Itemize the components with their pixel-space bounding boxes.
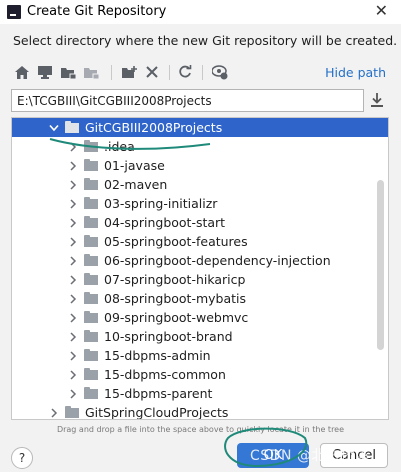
toolbar-separator — [202, 65, 203, 80]
folder-icon — [84, 367, 98, 380]
chevron-right-icon[interactable] — [68, 293, 78, 304]
project-folder-icon[interactable] — [59, 63, 77, 81]
folder-icon — [84, 253, 98, 266]
folder-icon — [84, 234, 98, 247]
folder-icon — [84, 272, 98, 285]
tree-node-label: 07-springboot-hikaricp — [104, 272, 246, 287]
chevron-right-icon[interactable] — [68, 179, 78, 190]
chevron-right-icon[interactable] — [68, 255, 78, 266]
tree-node[interactable]: 10-springboot-brand — [12, 327, 388, 346]
chevron-right-icon[interactable] — [68, 312, 78, 323]
tree-node[interactable]: 03-spring-initializr — [12, 194, 388, 213]
ok-button[interactable]: OK — [237, 443, 309, 468]
desktop-icon[interactable] — [36, 63, 54, 81]
tree-node[interactable]: 09-springboot-webmvc — [12, 308, 388, 327]
toolbar-separator — [169, 65, 170, 80]
folder-icon — [84, 177, 98, 190]
new-folder-icon[interactable] — [120, 63, 138, 81]
toolbar-separator — [111, 65, 112, 80]
folder-icon — [84, 329, 98, 342]
directory-path-input[interactable] — [11, 89, 364, 112]
tree-node-label: 15-dbpms-admin — [104, 348, 211, 363]
folder-icon — [84, 158, 98, 171]
tree-node[interactable]: 07-springboot-hikaricp — [12, 270, 388, 289]
help-button[interactable]: ? — [11, 447, 33, 469]
tree-node-label: GitCGBIII2008Projects — [85, 120, 223, 135]
tree-node-label: 03-spring-initializr — [104, 196, 218, 211]
chevron-right-icon[interactable] — [68, 369, 78, 380]
title-bar: Create Git Repository ✕ — [0, 0, 401, 24]
folder-icon — [84, 196, 98, 209]
tree-node-label: 15-dbpms-common — [104, 367, 226, 382]
tree-node[interactable]: 01-javase — [12, 156, 388, 175]
tree-node[interactable]: 15-dbpms-admin — [12, 346, 388, 365]
tree-node-label: .idea — [104, 139, 135, 154]
tree-scrollbar-thumb[interactable] — [377, 180, 384, 350]
tree-node-label: 02-maven — [104, 177, 168, 192]
tree-node[interactable]: 15-dbpms-common — [12, 365, 388, 384]
chevron-right-icon[interactable] — [68, 388, 78, 399]
chevron-right-icon[interactable] — [68, 198, 78, 209]
tree-node[interactable]: 08-springboot-mybatis — [12, 289, 388, 308]
tree-node-label: 08-springboot-mybatis — [104, 291, 247, 306]
tree-node-label: 01-javase — [104, 158, 165, 173]
tree-node-label: 09-springboot-webmvc — [104, 310, 249, 325]
folder-icon — [84, 139, 98, 152]
tree-node-label: 10-springboot-brand — [104, 329, 233, 344]
dialog-prompt: Select directory where the new Git repos… — [13, 33, 398, 48]
chevron-right-icon[interactable] — [49, 407, 59, 418]
hide-path-link[interactable]: Hide path — [325, 65, 386, 80]
module-folder-icon[interactable] — [82, 63, 100, 81]
home-icon[interactable] — [13, 63, 31, 81]
tree-node[interactable]: 04-springboot-start — [12, 213, 388, 232]
chevron-right-icon[interactable] — [68, 141, 78, 152]
dialog-title: Create Git Repository — [27, 4, 167, 19]
chevron-right-icon[interactable] — [68, 331, 78, 342]
folder-icon — [84, 386, 98, 399]
chevron-right-icon[interactable] — [68, 350, 78, 361]
tree-node-label: GitSpringCloudProjects — [85, 405, 229, 420]
tree-node-label: 15-dbpms-parent — [104, 386, 213, 401]
tree-root-node[interactable]: GitCGBIII2008Projects — [12, 118, 388, 137]
folder-icon — [84, 291, 98, 304]
tree-node-label: 04-springboot-start — [104, 215, 226, 230]
folder-icon — [65, 405, 79, 418]
tree-node[interactable]: .idea — [12, 137, 388, 156]
show-hidden-icon[interactable] — [211, 63, 229, 81]
drag-drop-hint: Drag and drop a file into the space abov… — [56, 425, 345, 434]
close-icon[interactable]: ✕ — [375, 1, 388, 20]
delete-icon[interactable] — [143, 63, 161, 81]
folder-icon — [84, 310, 98, 323]
tree-node[interactable]: 05-springboot-features — [12, 232, 388, 251]
chevron-right-icon[interactable] — [68, 274, 78, 285]
intellij-app-icon — [7, 5, 21, 19]
chevron-down-icon[interactable] — [49, 123, 59, 133]
folder-icon — [65, 120, 79, 133]
chevron-right-icon[interactable] — [68, 160, 78, 171]
chevron-right-icon[interactable] — [68, 217, 78, 228]
directory-tree[interactable]: GitCGBIII2008Projects .idea 01-javase 02… — [11, 117, 389, 420]
folder-icon — [84, 348, 98, 361]
tree-node-label: 05-springboot-features — [104, 234, 248, 249]
tree-node[interactable]: 02-maven — [12, 175, 388, 194]
tree-node[interactable]: 15-dbpms-parent — [12, 384, 388, 403]
tree-node[interactable]: GitSpringCloudProjects — [12, 403, 388, 420]
cancel-button-label: Cancel — [331, 448, 377, 463]
folder-icon — [84, 215, 98, 228]
tree-node-label: 06-springboot-dependency-injection — [104, 253, 331, 268]
cancel-button[interactable]: Cancel — [320, 443, 388, 468]
chevron-right-icon[interactable] — [68, 236, 78, 247]
refresh-icon[interactable] — [176, 63, 194, 81]
tree-node[interactable]: 06-springboot-dependency-injection — [12, 251, 388, 270]
download-icon[interactable] — [370, 92, 388, 110]
ok-button-label: OK — [263, 448, 283, 463]
